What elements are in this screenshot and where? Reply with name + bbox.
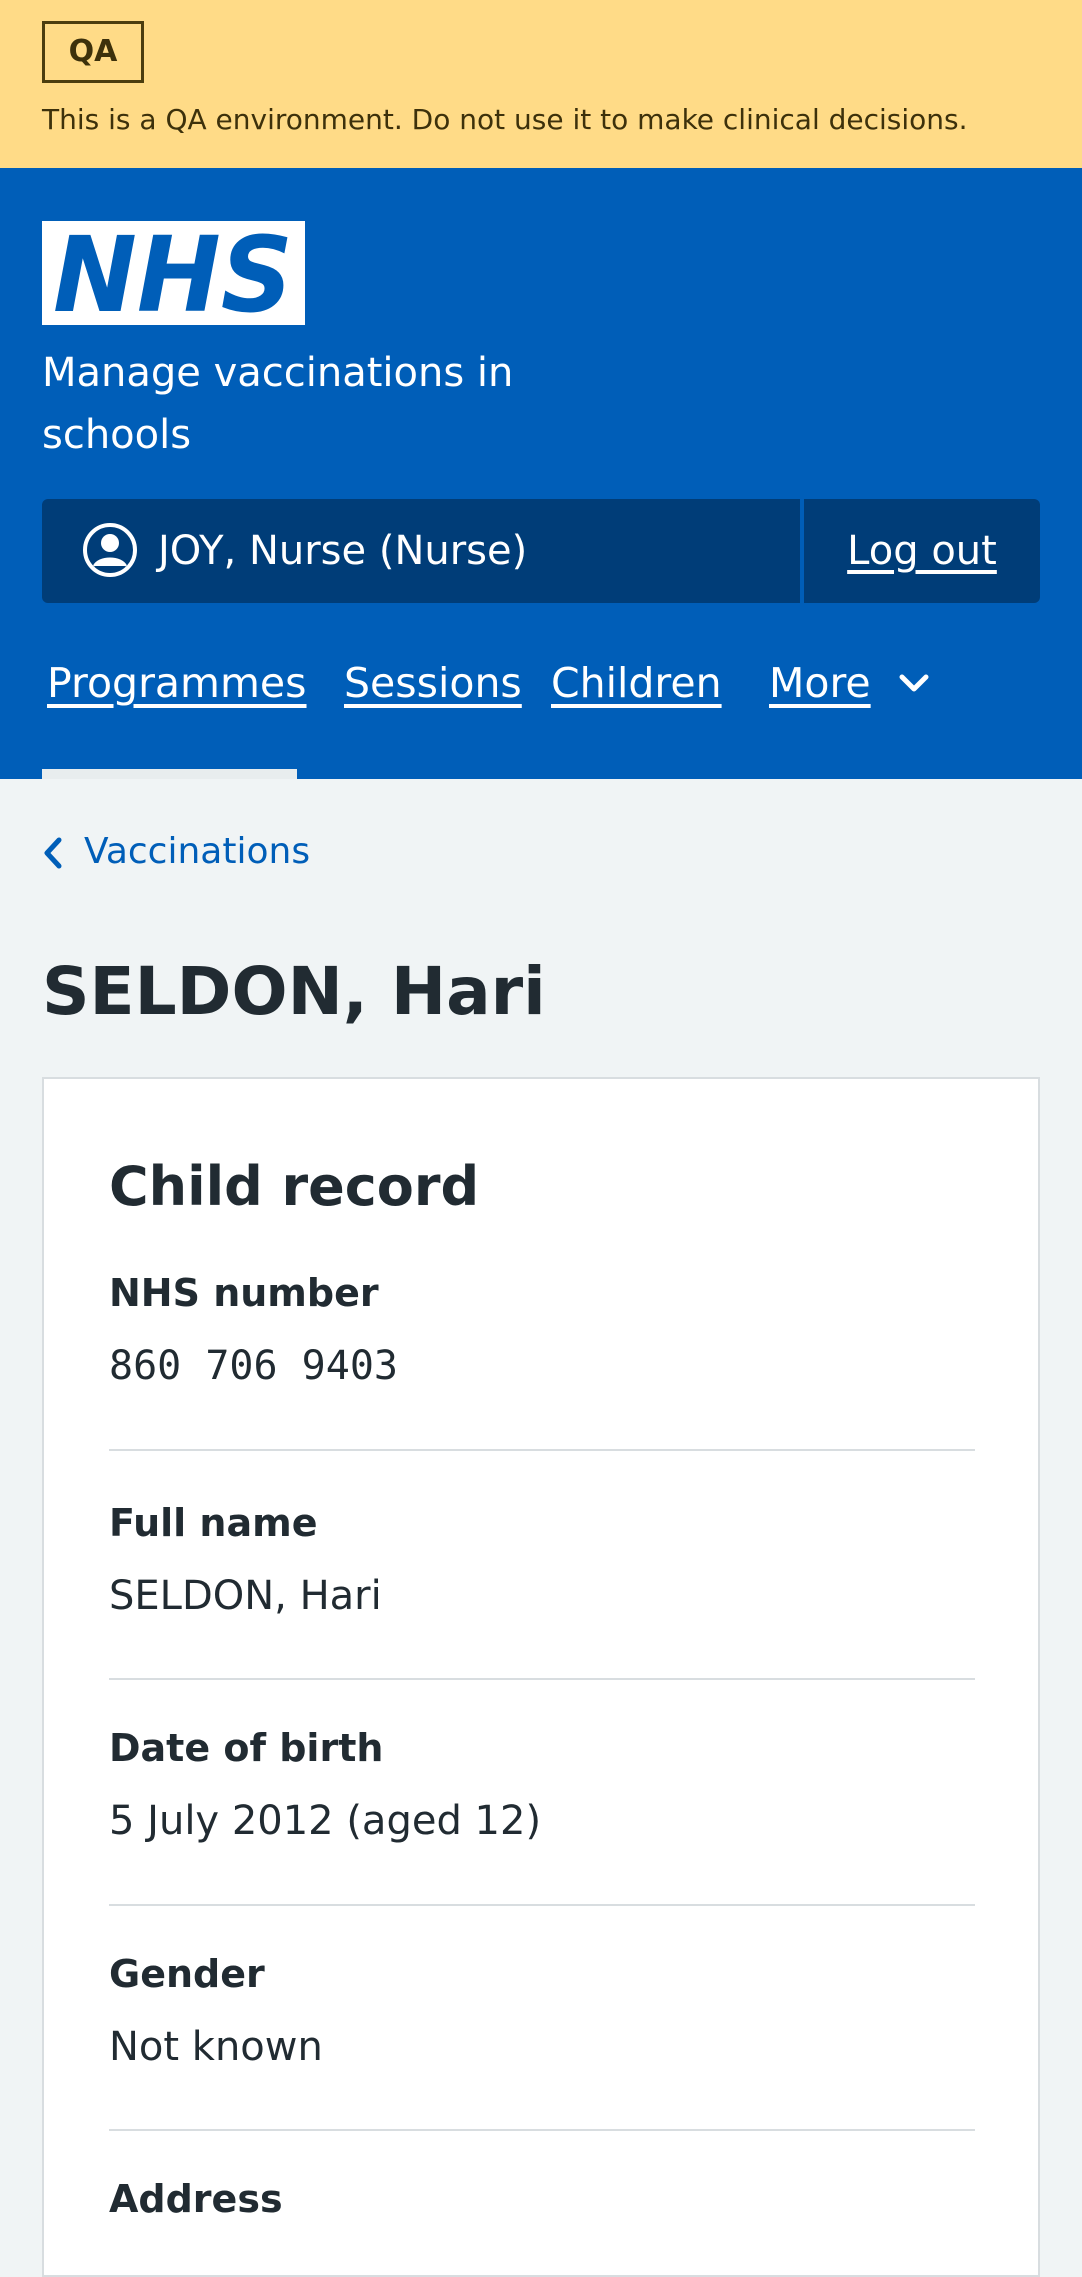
nav-active-indicator (42, 769, 297, 779)
summary-value: 5 July 2012 (aged 12) (109, 1798, 542, 1844)
page-title: SELDON, Hari (42, 953, 546, 1030)
summary-key: Gender (109, 1952, 265, 1996)
card-title: Child record (109, 1155, 480, 1218)
nav-item-more[interactable]: More (769, 628, 871, 779)
row-divider (109, 1449, 975, 1451)
nav-item-sessions[interactable]: Sessions (344, 628, 522, 779)
row-divider (109, 1678, 975, 1680)
summary-value: 860 706 9403 (109, 1343, 398, 1389)
child-record-card: Child record NHS number 860 706 9403 Ful… (42, 1077, 1040, 2277)
nhs-logo[interactable]: NHS (42, 221, 305, 325)
summary-key: NHS number (109, 1271, 379, 1315)
site-header: NHS Manage vaccinations in schools JOY, … (0, 168, 1082, 779)
nhs-logo-text: NHS (53, 221, 293, 325)
chevron-left-icon (44, 837, 62, 869)
account-user: JOY, Nurse (Nurse) (42, 499, 800, 603)
summary-value: SELDON, Hari (109, 1573, 382, 1619)
summary-value: Not known (109, 2024, 323, 2070)
nav-item-children[interactable]: Children (551, 628, 722, 779)
user-icon (83, 523, 137, 577)
environment-message: This is a QA environment. Do not use it … (42, 103, 968, 136)
nav-item-programmes[interactable]: Programmes (47, 628, 307, 779)
environment-tag: QA (42, 21, 144, 83)
environment-banner: QA This is a QA environment. Do not use … (0, 0, 1082, 168)
account-bar: JOY, Nurse (Nurse) Log out (42, 499, 1040, 603)
row-divider (109, 1904, 975, 1906)
service-name[interactable]: Manage vaccinations in schools (42, 342, 562, 466)
summary-key: Full name (109, 1501, 318, 1545)
summary-key: Date of birth (109, 1726, 384, 1770)
chevron-down-icon[interactable] (898, 672, 930, 696)
summary-key: Address (109, 2177, 283, 2221)
logout-link[interactable]: Log out (804, 499, 1040, 603)
back-link-label: Vaccinations (84, 831, 311, 872)
user-name: JOY, Nurse (Nurse) (158, 528, 528, 574)
primary-navigation: Programmes Sessions Children More (0, 628, 1082, 779)
row-divider (109, 2129, 975, 2131)
